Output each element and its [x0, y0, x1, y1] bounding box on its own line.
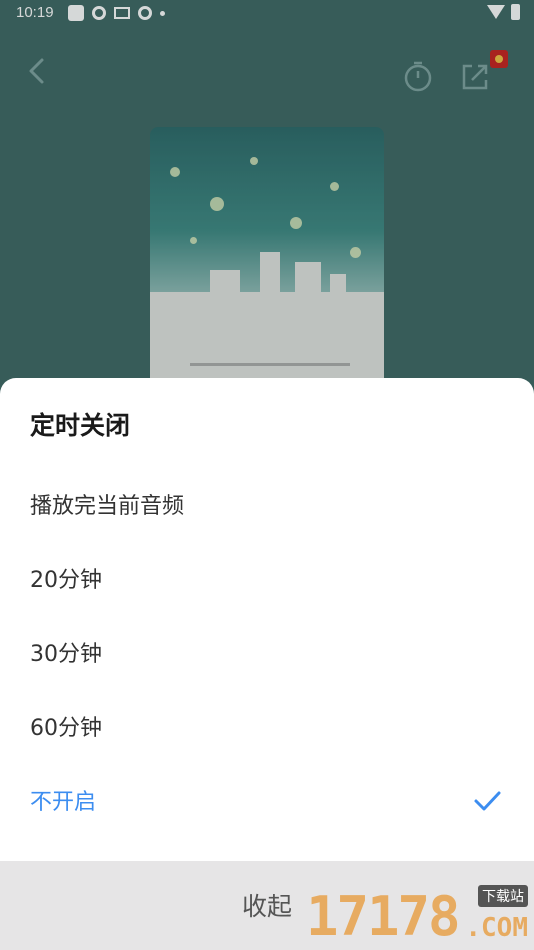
option-label: 20分钟 [30, 568, 102, 593]
option-20-min[interactable]: 20分钟 [0, 542, 534, 616]
site-watermark: 17178 下载站 .COM [306, 885, 528, 948]
option-60-min[interactable]: 60分钟 [0, 690, 534, 764]
watermark-digits: 17178 [306, 885, 461, 948]
check-icon [474, 791, 501, 811]
option-finish-current[interactable]: 播放完当前音频 [0, 468, 534, 542]
sleep-timer-sheet: 定时关闭 播放完当前音频 20分钟 30分钟 60分钟 不开启 收起 17178… [0, 378, 534, 950]
watermark-tag: 下载站 [478, 885, 528, 907]
sheet-title: 定时关闭 [30, 411, 131, 440]
watermark-suffix: .COM [465, 913, 528, 943]
option-30-min[interactable]: 30分钟 [0, 616, 534, 690]
option-label: 播放完当前音频 [30, 494, 185, 519]
option-label: 60分钟 [30, 716, 102, 741]
collapse-button[interactable]: 收起 17178 下载站 .COM [0, 861, 534, 950]
option-off[interactable]: 不开启 [0, 764, 534, 838]
option-label: 30分钟 [30, 642, 102, 667]
option-label: 不开启 [30, 790, 97, 815]
